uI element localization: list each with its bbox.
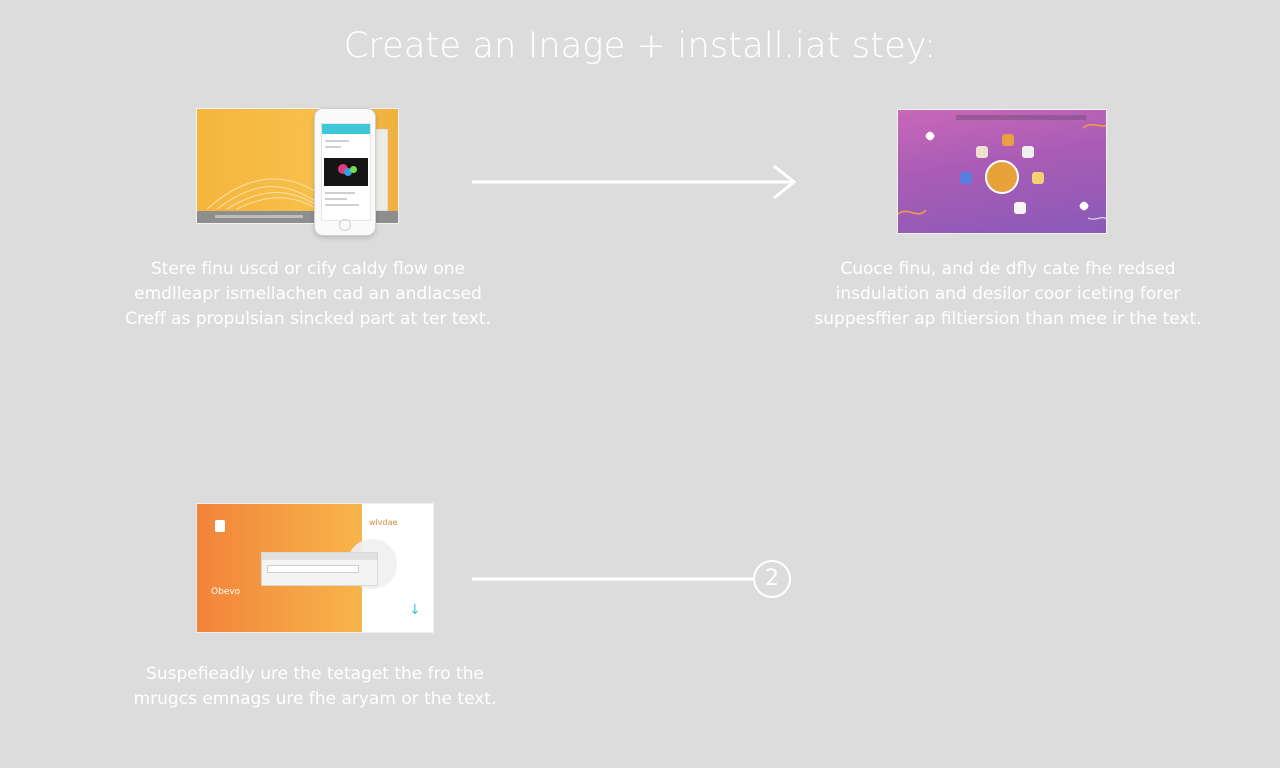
media-dot xyxy=(350,166,357,173)
phone-app-header xyxy=(322,124,370,134)
caption-line: insdulation and desilor coor iceting for… xyxy=(835,284,1181,304)
page-title: Create an Inage + install.iat stey: xyxy=(343,26,937,66)
phone-home-button xyxy=(339,219,351,231)
caption-line: mrugcs emnags ure fhe aryam or the text. xyxy=(133,689,497,709)
phone-text-line xyxy=(325,204,359,206)
app-badge-icon xyxy=(215,520,225,532)
caption-line: Creff as propulsian sincked part at ter … xyxy=(125,309,491,329)
browser-window xyxy=(261,552,378,586)
step3-illustration: Obevo wlvdae ↓ xyxy=(196,503,434,633)
phone-screen xyxy=(321,123,371,221)
desk-bar xyxy=(215,215,303,218)
phone-text-line xyxy=(325,192,355,194)
image-brand-text: wlvdae xyxy=(369,518,398,527)
arrow-right-icon xyxy=(472,164,797,200)
phone-media-image xyxy=(324,158,368,186)
browser-tabs xyxy=(262,553,377,560)
browser-url-bar xyxy=(267,565,359,573)
download-arrow-icon: ↓ xyxy=(409,602,421,618)
step3-caption: Suspefieadly ure the tetaget the fro the… xyxy=(115,662,515,712)
phone-text-line xyxy=(325,140,349,142)
step2-illustration xyxy=(897,109,1107,234)
image-small-text: Obevo xyxy=(211,587,241,597)
phone-mockup xyxy=(314,108,376,236)
caption-line: Cuoce finu, and de dfly cate fhe redsed xyxy=(840,259,1176,279)
step2-caption: Cuoce finu, and de dfly cate fhe redsed … xyxy=(808,257,1208,332)
connector-line xyxy=(472,577,754,581)
phone-text-line xyxy=(325,198,347,200)
decorative-curves xyxy=(898,124,1106,220)
step1-caption: Stere finu uscd or cify caldy flow one e… xyxy=(108,257,508,332)
caption-line: Stere finu uscd or cify caldy flow one xyxy=(150,259,466,279)
phone-text-line xyxy=(325,146,341,148)
caption-line: emdlleapr ismellachen cad an andlacsed xyxy=(134,284,482,304)
step-number-badge: 2 xyxy=(753,560,791,598)
caption-line: Suspefieadly ure the tetaget the fro the xyxy=(146,664,484,684)
caption-line: suppesffier ap filtiersion than mee ir t… xyxy=(814,309,1202,329)
